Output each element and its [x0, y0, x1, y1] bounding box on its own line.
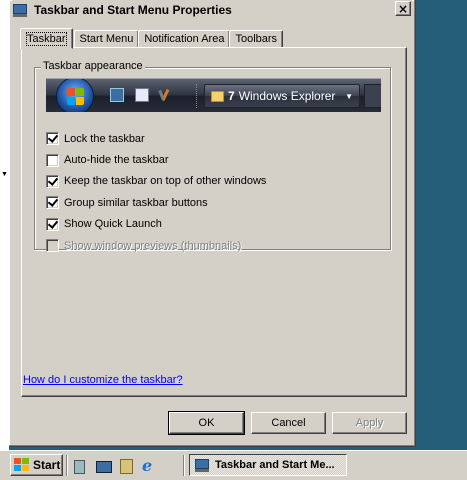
background-window-edge: ▼ — [0, 0, 9, 450]
taskbar-preview-image: 7 Windows Explorer ▼ — [46, 78, 381, 112]
tab-taskbar[interactable]: Taskbar — [20, 28, 73, 49]
option-lock-taskbar[interactable]: Lock the taskbar — [46, 128, 266, 149]
taskbar-appearance-group: Taskbar appearance 7 Windows Explorer ▼ — [34, 60, 391, 253]
desktop-taskbar: Start e Taskbar and Start Me... — [0, 450, 467, 480]
checkbox[interactable] — [46, 153, 59, 167]
scroll-down-arrow-icon[interactable]: ▼ — [1, 171, 8, 178]
chevron-down-icon: ▼ — [345, 92, 353, 101]
option-window-previews: Show window previews (thumbnails) — [46, 235, 266, 256]
tab-strip: Taskbar Start Menu Notification Area Too… — [20, 28, 284, 49]
checkbox-label: Show Quick Launch — [64, 218, 162, 231]
start-orb-icon — [56, 79, 94, 112]
checkbox-label: Auto-hide the taskbar — [64, 154, 169, 167]
tools-icon — [158, 88, 172, 102]
checkbox[interactable] — [46, 217, 59, 231]
close-button[interactable]: × — [395, 1, 411, 16]
ok-button[interactable]: OK — [168, 411, 245, 435]
window-title: Taskbar and Start Menu Properties — [34, 2, 232, 17]
taskbar-properties-icon — [194, 458, 210, 473]
checkbox — [46, 239, 59, 253]
checkbox-label: Keep the taskbar on top of other windows — [64, 175, 267, 188]
tab-notification-area[interactable]: Notification Area — [138, 30, 231, 48]
grouped-taskbar-button-preview: 7 Windows Explorer ▼ — [204, 84, 360, 108]
windows-flag-icon — [14, 458, 30, 472]
task-label: Taskbar and Start Me... — [215, 459, 335, 471]
tab-start-menu[interactable]: Start Menu — [73, 30, 140, 48]
taskbar-separator — [183, 455, 185, 476]
start-label: Start — [33, 458, 61, 472]
tools-icon[interactable] — [118, 458, 134, 474]
checkbox[interactable] — [46, 196, 59, 210]
tab-panel-taskbar: Taskbar appearance 7 Windows Explorer ▼ — [21, 47, 407, 397]
folder-icon — [211, 90, 224, 102]
internet-explorer-icon[interactable]: e — [142, 458, 158, 474]
title-bar[interactable]: Taskbar and Start Menu Properties × — [12, 0, 412, 19]
options-list: Lock the taskbar Auto-hide the taskbar K… — [46, 128, 266, 256]
tab-toolbars[interactable]: Toolbars — [229, 30, 284, 48]
show-desktop-icon — [110, 88, 124, 102]
checkbox[interactable] — [46, 174, 59, 188]
start-button[interactable]: Start — [10, 454, 63, 476]
checkbox[interactable] — [46, 132, 59, 146]
notepad-icon — [135, 88, 149, 102]
preview-separator — [196, 84, 199, 108]
checkbox-label: Lock the taskbar — [64, 132, 145, 145]
show-desktop-icon[interactable] — [95, 458, 112, 474]
checkbox-label: Show window previews (thumbnails) — [64, 239, 242, 252]
next-taskbar-button-preview — [364, 84, 381, 108]
group-count: 7 — [228, 89, 235, 103]
option-keep-on-top[interactable]: Keep the taskbar on top of other windows — [46, 171, 266, 192]
option-auto-hide[interactable]: Auto-hide the taskbar — [46, 149, 266, 170]
option-group-buttons[interactable]: Group similar taskbar buttons — [46, 192, 266, 213]
taskbar-properties-icon — [12, 2, 28, 18]
checkbox-label: Group similar taskbar buttons — [64, 196, 208, 209]
group-button-label: Windows Explorer — [238, 89, 336, 103]
apply-button: Apply — [332, 412, 407, 434]
group-label: Taskbar appearance — [41, 60, 145, 72]
help-link[interactable]: How do I customize the taskbar? — [23, 374, 183, 386]
cancel-button[interactable]: Cancel — [251, 412, 326, 434]
option-show-quick-launch[interactable]: Show Quick Launch — [46, 214, 266, 235]
server-manager-icon[interactable] — [72, 458, 88, 474]
taskbar-task-button[interactable]: Taskbar and Start Me... — [189, 454, 347, 476]
properties-dialog: Taskbar and Start Menu Properties × Task… — [9, 0, 416, 447]
taskbar-separator — [66, 455, 68, 476]
